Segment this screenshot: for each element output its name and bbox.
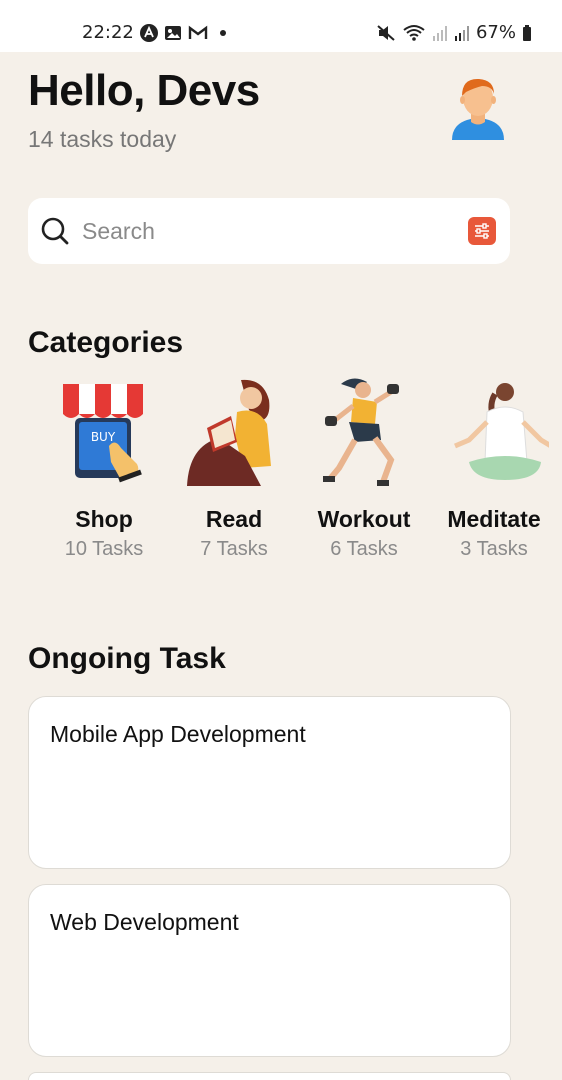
- greeting-title: Hello, Devs: [28, 66, 260, 115]
- categories-list: BUY Shop 10 Tasks Read 7 Tasks Workout 6…: [0, 376, 562, 576]
- category-read[interactable]: Read 7 Tasks: [169, 376, 299, 576]
- ongoing-task-heading: Ongoing Task: [28, 642, 226, 675]
- search-icon[interactable]: [40, 216, 70, 246]
- search-input[interactable]: [82, 212, 442, 250]
- tasks-today-subtitle: 14 tasks today: [28, 126, 177, 152]
- task-card[interactable]: [28, 1072, 511, 1080]
- category-count: 6 Tasks: [330, 538, 398, 560]
- signal-icon: [432, 24, 448, 42]
- category-count: 7 Tasks: [200, 538, 268, 560]
- category-name: Shop: [75, 506, 133, 532]
- category-name: Workout: [317, 506, 411, 532]
- svg-text:BUY: BUY: [91, 430, 116, 444]
- task-title: Mobile App Development: [50, 721, 306, 747]
- user-avatar-icon[interactable]: [448, 74, 508, 140]
- status-right: 67%: [376, 22, 532, 43]
- workout-illustration: [309, 376, 419, 488]
- shop-illustration: BUY: [49, 376, 159, 488]
- search-bar[interactable]: [28, 198, 510, 264]
- category-name: Meditate: [447, 506, 541, 532]
- category-workout[interactable]: Workout 6 Tasks: [299, 376, 429, 576]
- battery-icon: [522, 24, 532, 42]
- status-left: 22:22: [82, 22, 226, 43]
- app-a-icon: [139, 23, 158, 42]
- task-card[interactable]: Mobile App Development: [28, 696, 511, 869]
- mute-icon: [376, 24, 396, 42]
- gmail-icon: [188, 25, 208, 41]
- filter-sliders-icon[interactable]: [468, 217, 496, 245]
- category-name: Read: [205, 506, 263, 532]
- category-shop[interactable]: BUY Shop 10 Tasks: [39, 376, 169, 576]
- read-illustration: [179, 376, 289, 488]
- notification-dot-icon: [219, 29, 226, 36]
- task-title: Web Development: [50, 909, 239, 935]
- status-bar: 22:22 67%: [0, 0, 562, 52]
- meditate-illustration: [439, 376, 553, 488]
- category-meditate[interactable]: Meditate 3 Tasks: [429, 376, 559, 576]
- category-count: 3 Tasks: [460, 538, 528, 560]
- signal-icon-2: [454, 24, 470, 42]
- battery-percent: 67%: [475, 22, 516, 43]
- task-card[interactable]: Web Development: [28, 884, 511, 1057]
- wifi-icon: [402, 24, 426, 42]
- category-count: 10 Tasks: [64, 538, 144, 560]
- categories-heading: Categories: [28, 326, 184, 359]
- gallery-icon: [164, 24, 182, 42]
- status-time: 22:22: [82, 22, 134, 43]
